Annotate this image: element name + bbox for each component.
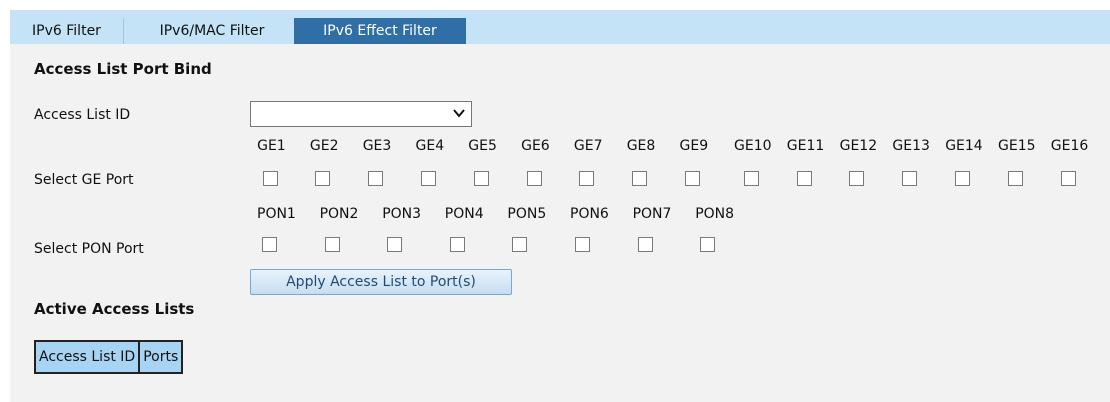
ge-port-label-12: GE12 [839, 138, 878, 154]
ge-port-label-3: GE3 [362, 138, 392, 154]
ge-port-label-16: GE16 [1050, 138, 1089, 154]
tab-ipv6-filter[interactable]: IPv6 Filter [10, 18, 124, 44]
ge-port-label-15: GE15 [998, 138, 1036, 154]
pon-port-label-4: PON4 [444, 206, 484, 222]
pon-port-checkbox-1[interactable] [262, 237, 277, 252]
ge-port-label-10: GE10 [734, 138, 772, 154]
pon-port-checkbox-7[interactable] [637, 237, 653, 252]
bind-section-title: Access List Port Bind [34, 60, 212, 78]
pon-port-label-6: PON6 [570, 206, 609, 222]
ge-port-checkbox-1[interactable] [262, 171, 278, 186]
ge-port-checkbox-10[interactable] [743, 171, 759, 186]
ge-port-checkbox-12[interactable] [849, 171, 865, 186]
ge-port-checkbox-5[interactable] [473, 171, 489, 186]
table-header-row: Access List ID Ports [33, 340, 184, 374]
ge-port-label-7: GE7 [573, 138, 603, 154]
pon-port-checkbox-6[interactable] [575, 237, 590, 252]
ge-port-label-6: GE6 [521, 138, 550, 154]
pon-port-label-5: PON5 [507, 206, 547, 222]
ge-port-checkbox-16[interactable] [1060, 171, 1076, 186]
active-lists-title: Active Access Lists [34, 300, 195, 318]
pon-port-label-2: PON2 [319, 206, 359, 222]
ge-port-checkbox-14[interactable] [954, 171, 970, 186]
ge-port-label-11: GE11 [786, 138, 825, 154]
pon-port-label-8: PON8 [695, 206, 735, 222]
ge-port-label-2: GE2 [309, 138, 339, 154]
ipv6-effect-filter-page: IPv6 Filter IPv6/MAC Filter IPv6 Effect … [0, 0, 1110, 402]
pon-port-checkbox-2[interactable] [324, 237, 340, 252]
ge-port-label-9: GE9 [679, 138, 709, 154]
tab-ipv6-effect-filter[interactable]: IPv6 Effect Filter [294, 18, 466, 44]
ge-port-label-14: GE14 [945, 138, 983, 154]
ge-port-label-13: GE13 [892, 138, 930, 154]
ge-port-checkbox-6[interactable] [526, 171, 542, 186]
pon-port-checkbox-8[interactable] [700, 237, 716, 252]
ge-port-checkbox-2[interactable] [315, 171, 331, 186]
apply-access-list-button[interactable]: Apply Access List to Port(s) [250, 269, 512, 295]
ge-port-label-1: GE1 [257, 138, 286, 154]
pon-port-label-3: PON3 [382, 206, 422, 222]
access-list-id-label: Access List ID [34, 107, 131, 123]
ge-port-label-4: GE4 [415, 138, 445, 154]
active-access-lists-table: Access List ID Ports [33, 340, 184, 374]
ge-port-checkbox-15[interactable] [1007, 171, 1023, 186]
select-pon-port-label: Select PON Port [34, 241, 144, 257]
pon-port-checkbox-3[interactable] [387, 237, 403, 252]
ge-port-checkbox-11[interactable] [796, 171, 812, 186]
ge-port-checkbox-8[interactable] [632, 171, 648, 186]
column-header-access-list-id: Access List ID [33, 340, 141, 374]
ge-port-checkbox-9[interactable] [684, 171, 700, 186]
pon-port-checkbox-5[interactable] [512, 237, 528, 252]
ge-port-checkbox-13[interactable] [902, 171, 918, 186]
pon-port-label-1: PON1 [257, 206, 296, 222]
ge-port-checkbox-3[interactable] [368, 171, 384, 186]
access-list-id-select[interactable] [250, 101, 472, 127]
select-ge-port-label: Select GE Port [34, 172, 134, 188]
ge-port-checkbox-7[interactable] [579, 171, 595, 186]
pon-port-checkbox-4[interactable] [449, 237, 465, 252]
ge-port-label-5: GE5 [468, 138, 497, 154]
pon-port-label-7: PON7 [632, 206, 672, 222]
tab-ipv6-mac-filter[interactable]: IPv6/MAC Filter [132, 18, 292, 44]
column-header-ports: Ports [138, 340, 184, 374]
ge-port-checkbox-4[interactable] [420, 171, 436, 186]
tab-bar: IPv6 Filter IPv6/MAC Filter IPv6 Effect … [10, 10, 1110, 44]
ge-port-label-8: GE8 [626, 138, 656, 154]
